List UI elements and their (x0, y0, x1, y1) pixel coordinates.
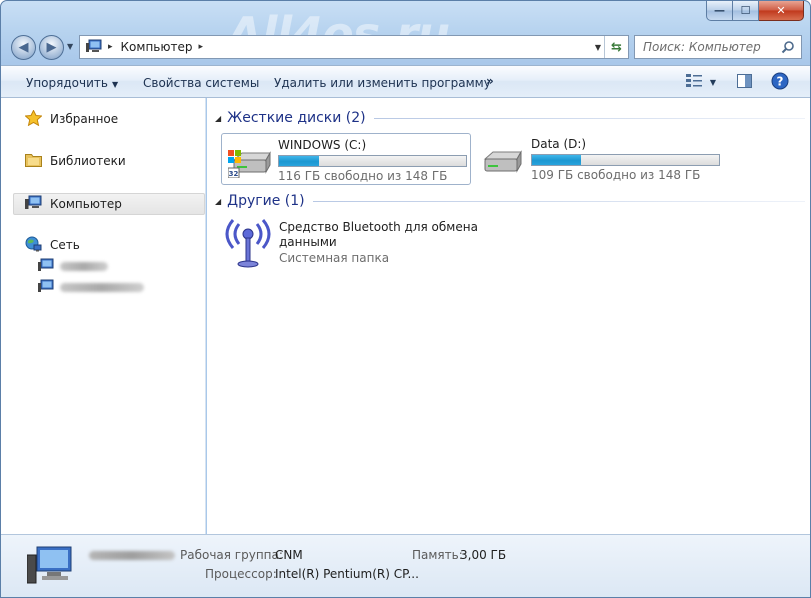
more-commands-button[interactable]: » (486, 74, 494, 88)
change-view-button[interactable]: ▼ (681, 71, 721, 93)
content-pane: ◢ Жесткие диски (2) 32 WINDOWS (C:) 116 … (207, 98, 810, 534)
sidebar-item-computer[interactable]: Компьютер (25, 194, 122, 214)
computer-icon (25, 195, 42, 213)
arrow-left-icon: ◀ (18, 40, 29, 55)
sidebar-item-network[interactable]: Сеть (25, 235, 80, 255)
windows-drive-icon: 32 (227, 146, 274, 181)
chevron-down-icon[interactable]: ▼ (710, 78, 716, 87)
memory-value: 3,00 ГБ (460, 548, 507, 562)
bluetooth-antenna-icon (225, 218, 271, 271)
address-bar[interactable]: ▸ Компьютер ▸ ▼ ⇆ (79, 35, 629, 59)
explorer-window: All4os.ru — ☐ ✕ ◀ ▶ ▼ ▸ Компьютер ▸ ▼ ⇆ … (0, 0, 811, 598)
minimize-button[interactable]: — (706, 1, 733, 21)
uninstall-program-button[interactable]: Удалить или изменить программу (274, 76, 491, 90)
drive-usage-bar (531, 154, 720, 166)
collapse-triangle-icon[interactable]: ◢ (215, 197, 221, 206)
sidebar-item-label: Избранное (50, 112, 119, 126)
path-separator-icon[interactable]: ▸ (198, 42, 203, 52)
item-type: Системная папка (279, 251, 390, 265)
star-icon (24, 108, 43, 129)
sidebar-item-label: Компьютер (50, 197, 122, 211)
computer-icon (38, 258, 54, 275)
help-button[interactable]: ? (769, 71, 791, 93)
caption-buttons: — ☐ ✕ (706, 1, 804, 21)
processor-value: Intel(R) Pentium(R) CP... (275, 567, 419, 581)
refresh-icon: ⇆ (611, 39, 622, 55)
processor-label: Процессор: (205, 567, 277, 581)
sidebar-item-libraries[interactable]: Библиотеки (25, 151, 126, 171)
drive-d[interactable]: Data (D:) 109 ГБ свободно из 148 ГБ (475, 133, 725, 185)
memory-label: Память: (412, 548, 463, 562)
search-box[interactable]: Поиск: Компьютер (634, 35, 802, 59)
workgroup-label: Рабочая группа: (180, 548, 283, 562)
group-divider (312, 200, 805, 202)
sidebar-item-label: Библиотеки (50, 154, 126, 168)
help-icon: ? (771, 72, 789, 93)
group-header-other[interactable]: ◢ Другие (1) (215, 193, 805, 209)
maximize-button[interactable]: ☐ (733, 1, 759, 21)
drive-usage-bar (278, 155, 467, 167)
group-title: Другие (1) (227, 193, 305, 209)
computer-large-icon (26, 545, 73, 588)
search-input[interactable]: Поиск: Компьютер (643, 40, 761, 54)
workgroup-value: CNM (275, 548, 303, 562)
drive-free-space: 116 ГБ свободно из 148 ГБ (278, 169, 448, 183)
details-pane: Рабочая группа: CNM Память: 3,00 ГБ Проц… (1, 534, 810, 597)
drive-name: Data (D:) (531, 137, 587, 151)
back-button[interactable]: ◀ (11, 35, 36, 60)
library-folder-icon (25, 152, 42, 170)
command-bar: Упорядочить ▼ Свойства системы Удалить ил… (1, 65, 810, 98)
network-globe-icon (25, 236, 42, 255)
arrow-right-icon: ▶ (46, 40, 57, 55)
close-button[interactable]: ✕ (759, 1, 804, 21)
organize-label: Упорядочить (26, 76, 108, 90)
sidebar-item-favorites[interactable]: Избранное (24, 108, 119, 129)
network-computer-1[interactable] (38, 256, 108, 276)
drive-usage-fill (279, 156, 320, 166)
item-name: Средство Bluetooth для обмена данными (279, 220, 478, 249)
organize-button[interactable]: Упорядочить ▼ (26, 76, 118, 90)
computer-icon (86, 39, 102, 56)
recent-pages-dropdown[interactable]: ▼ (67, 42, 73, 51)
obscured-computer-name (89, 551, 175, 560)
navigation-pane: Избранное Библиотеки Компьютер Сеть (1, 98, 206, 534)
breadcrumb-computer[interactable]: Компьютер (121, 40, 193, 54)
search-icon[interactable] (781, 40, 795, 57)
hard-drive-icon (481, 145, 527, 180)
group-title: Жесткие диски (2) (227, 110, 366, 126)
drive-c[interactable]: 32 WINDOWS (C:) 116 ГБ свободно из 148 Г… (221, 133, 471, 185)
group-divider (373, 117, 805, 119)
address-history-dropdown[interactable]: ▼ (595, 43, 601, 52)
drive-usage-fill (532, 155, 582, 165)
obscured-computer-name (60, 261, 108, 271)
computer-icon (38, 279, 54, 296)
refresh-button[interactable]: ⇆ (604, 36, 628, 58)
drive-free-space: 109 ГБ свободно из 148 ГБ (531, 168, 701, 182)
group-header-hard-drives[interactable]: ◢ Жесткие диски (2) (215, 110, 805, 126)
preview-pane-icon (736, 73, 752, 91)
forward-button[interactable]: ▶ (39, 35, 64, 60)
drive-name: WINDOWS (C:) (278, 138, 367, 152)
navigation-row: ◀ ▶ ▼ ▸ Компьютер ▸ ▼ ⇆ Поиск: Компьютер (11, 34, 802, 60)
preview-pane-button[interactable] (733, 71, 755, 93)
obscured-computer-name (60, 282, 144, 292)
path-separator-icon[interactable]: ▸ (108, 42, 113, 52)
collapse-triangle-icon[interactable]: ◢ (215, 114, 221, 123)
svg-text:?: ? (777, 74, 784, 88)
bluetooth-file-transfer-item[interactable]: Средство Bluetooth для обмена данными Си… (221, 218, 521, 278)
view-options-icon (685, 73, 702, 91)
system-properties-button[interactable]: Свойства системы (143, 76, 259, 90)
svg-text:32: 32 (229, 170, 239, 178)
chevron-down-icon: ▼ (111, 80, 119, 89)
network-computer-2[interactable] (38, 277, 144, 297)
sidebar-item-label: Сеть (50, 238, 80, 252)
